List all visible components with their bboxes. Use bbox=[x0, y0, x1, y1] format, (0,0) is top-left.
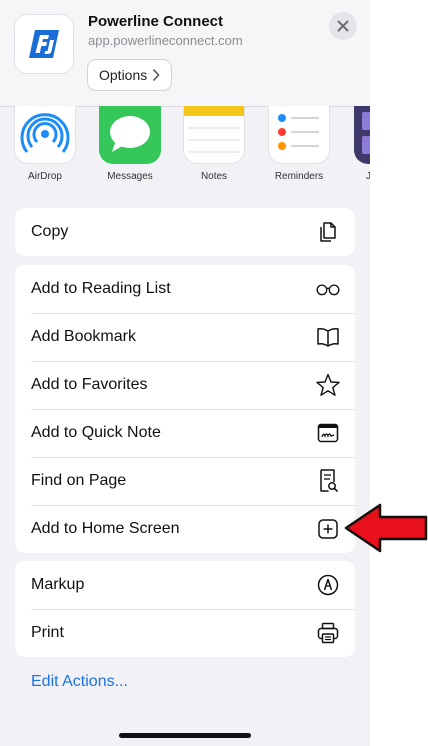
share-target-partial[interactable]: J bbox=[344, 106, 370, 182]
action-markup[interactable]: Markup bbox=[15, 561, 355, 609]
close-button[interactable] bbox=[329, 12, 357, 40]
share-targets-row: AirDrop Messages Notes Reminders J bbox=[0, 106, 370, 186]
action-label: Add to Quick Note bbox=[31, 424, 161, 441]
options-label: Options bbox=[99, 67, 148, 83]
share-target-label: J bbox=[366, 171, 370, 182]
share-target-label: Reminders bbox=[274, 171, 324, 182]
action-add-to-quick-note[interactable]: Add to Quick Note bbox=[15, 409, 355, 457]
notes-icon bbox=[183, 106, 245, 164]
action-copy[interactable]: Copy bbox=[15, 208, 355, 256]
airdrop-icon bbox=[14, 106, 76, 164]
share-sheet: Powerline Connect app.powerlineconnect.c… bbox=[0, 0, 370, 746]
add-square-icon bbox=[315, 516, 341, 542]
action-label: Print bbox=[31, 624, 64, 641]
share-target-airdrop[interactable]: AirDrop bbox=[5, 106, 85, 182]
chevron-right-icon bbox=[153, 69, 160, 81]
share-target-label: Notes bbox=[200, 171, 228, 182]
action-add-to-home-screen[interactable]: Add to Home Screen bbox=[15, 505, 355, 553]
app-icon bbox=[14, 14, 74, 74]
partial-app-icon bbox=[354, 106, 370, 164]
quick-note-icon bbox=[315, 420, 341, 446]
action-label: Find on Page bbox=[31, 472, 127, 489]
share-target-reminders[interactable]: Reminders bbox=[259, 106, 339, 182]
action-label: Markup bbox=[31, 576, 85, 593]
action-add-to-reading-list[interactable]: Add to Reading List bbox=[15, 265, 355, 313]
star-icon bbox=[315, 372, 341, 398]
find-on-page-icon bbox=[315, 468, 341, 494]
action-add-to-favorites[interactable]: Add to Favorites bbox=[15, 361, 355, 409]
copy-icon bbox=[315, 219, 341, 245]
glasses-icon bbox=[315, 276, 341, 302]
app-title: Powerline Connect bbox=[88, 13, 224, 30]
printer-icon bbox=[315, 620, 341, 646]
actions-group-copy: Copy bbox=[15, 208, 355, 256]
app-url: app.powerlineconnect.com bbox=[88, 33, 243, 48]
reminders-icon bbox=[268, 106, 330, 164]
share-target-label: AirDrop bbox=[28, 171, 62, 182]
action-label: Add to Home Screen bbox=[31, 520, 180, 537]
share-target-notes[interactable]: Notes bbox=[174, 106, 254, 182]
book-icon bbox=[315, 324, 341, 350]
share-target-messages[interactable]: Messages bbox=[90, 106, 170, 182]
share-sheet-header: Powerline Connect app.powerlineconnect.c… bbox=[0, 0, 370, 107]
action-label: Add to Reading List bbox=[31, 280, 171, 297]
markup-icon bbox=[315, 572, 341, 598]
action-add-bookmark[interactable]: Add Bookmark bbox=[15, 313, 355, 361]
share-target-label: Messages bbox=[107, 171, 153, 182]
action-label: Add Bookmark bbox=[31, 328, 136, 345]
red-arrow-annotation-icon bbox=[344, 503, 428, 553]
action-find-on-page[interactable]: Find on Page bbox=[15, 457, 355, 505]
close-icon bbox=[337, 20, 349, 32]
edit-actions-link[interactable]: Edit Actions... bbox=[31, 673, 128, 691]
action-label: Add to Favorites bbox=[31, 376, 148, 393]
action-print[interactable]: Print bbox=[15, 609, 355, 657]
powerline-logo-icon bbox=[29, 30, 59, 58]
messages-icon bbox=[99, 106, 161, 164]
home-indicator bbox=[119, 733, 251, 738]
actions-group-page: Add to Reading List Add Bookmark Add to … bbox=[15, 265, 355, 553]
actions-group-markup: Markup Print bbox=[15, 561, 355, 657]
action-label: Copy bbox=[31, 223, 69, 240]
options-button[interactable]: Options bbox=[87, 59, 173, 91]
